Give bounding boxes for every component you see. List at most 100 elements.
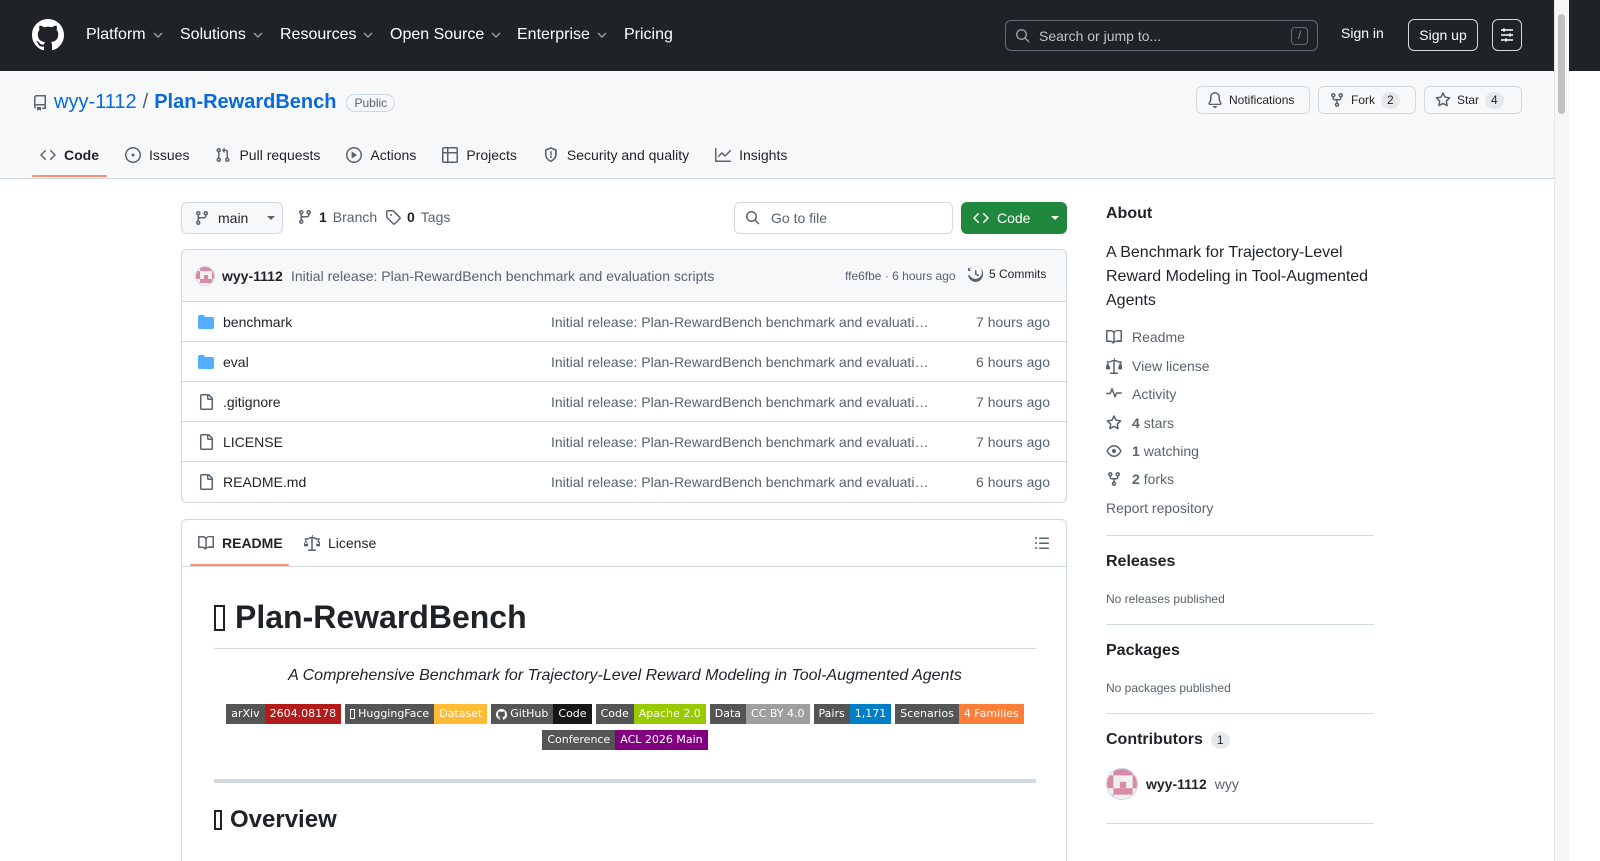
about-description: A Benchmark for Trajectory-Level Reward … <box>1106 244 1369 309</box>
law-icon <box>304 535 320 551</box>
sliders-icon <box>1501 28 1513 42</box>
contributors-count: 1 <box>1210 731 1230 749</box>
notifications-button[interactable]: Notifications <box>1196 86 1310 114</box>
badge-label: arXiv <box>226 704 265 724</box>
badge-value: 2604.08178 <box>264 704 342 724</box>
file-commit-message[interactable]: Initial release: Plan-RewardBench benchm… <box>551 394 933 410</box>
readme-link[interactable]: Readme <box>1106 329 1185 345</box>
history-icon <box>968 266 984 282</box>
outline-button[interactable] <box>1034 535 1050 551</box>
code-icon <box>973 212 989 224</box>
tab-license[interactable]: License <box>304 535 376 551</box>
readme-badge[interactable]: Conference ACL 2026 Main <box>542 730 708 750</box>
menu-button[interactable] <box>1492 19 1522 51</box>
file-commit-message[interactable]: Initial release: Plan-RewardBench benchm… <box>551 314 933 330</box>
repo-forked-icon <box>1331 92 1343 108</box>
tag-icon <box>386 210 401 225</box>
readme-badge[interactable]: Scenarios 4 Families <box>895 704 1024 724</box>
file-time: 7 hours ago <box>976 314 1050 330</box>
file-name-link[interactable]: benchmark <box>223 314 292 330</box>
readme-badge[interactable]: Data CC BY 4.0 <box>709 704 810 724</box>
nav-resources[interactable]: Resources <box>280 25 374 45</box>
divider <box>1106 624 1374 625</box>
contributor-item[interactable]: wyy-1112 wyy <box>1106 768 1239 800</box>
nav-solutions[interactable]: Solutions <box>180 25 264 45</box>
visibility-badge: Public <box>346 93 396 112</box>
commit-hash-link[interactable]: ffe6fbe <box>845 269 881 283</box>
file-time: 7 hours ago <box>976 434 1050 450</box>
file-commit-message[interactable]: Initial release: Plan-RewardBench benchm… <box>551 354 933 370</box>
commits-link[interactable]: 5 Commits <box>968 266 1046 282</box>
badge-value: Code <box>553 704 592 724</box>
fork-button[interactable]: Fork 2 <box>1318 86 1416 114</box>
file-name-link[interactable]: README.md <box>223 474 306 490</box>
file-time: 6 hours ago <box>976 474 1050 490</box>
graph-icon <box>715 148 732 162</box>
tab-actions[interactable]: Actions <box>338 137 424 173</box>
stars-link[interactable]: 4 stars <box>1106 415 1174 431</box>
file-commit-message[interactable]: Initial release: Plan-RewardBench benchm… <box>551 434 933 450</box>
commit-author-link[interactable]: wyy-1112 <box>222 268 283 284</box>
file-name-link[interactable]: eval <box>223 354 249 370</box>
readme-title: Plan-RewardBench <box>214 599 527 636</box>
readme-badge[interactable]: GitHub Code <box>491 704 592 724</box>
scrollbar-track[interactable] <box>1554 0 1569 861</box>
forks-link[interactable]: 2 forks <box>1106 471 1174 487</box>
contributor-name: wyy <box>1214 776 1239 792</box>
tab-code[interactable]: Code <box>32 137 107 177</box>
code-download-button[interactable]: Code <box>961 202 1067 234</box>
tab-insights[interactable]: Insights <box>707 137 795 173</box>
tab-projects[interactable]: Projects <box>434 137 525 173</box>
file-name-link[interactable]: LICENSE <box>223 434 283 450</box>
readme-badge[interactable]: HuggingFace Dataset <box>345 704 488 724</box>
activity-link[interactable]: Activity <box>1106 386 1176 402</box>
readme-tabs: README License <box>182 520 1066 567</box>
sign-in-link[interactable]: Sign in <box>1341 25 1384 41</box>
github-logo-icon[interactable] <box>32 19 64 51</box>
badge-value: 4 Families <box>958 704 1024 724</box>
readme-badge[interactable]: Code Apache 2.0 <box>595 704 706 724</box>
releases-heading[interactable]: Releases <box>1106 553 1175 571</box>
eye-icon <box>1106 445 1122 457</box>
slash-shortcut-key: / <box>1291 27 1308 45</box>
triangle-down-icon <box>1051 216 1060 220</box>
repo-name-link[interactable]: Plan-RewardBench <box>154 91 336 114</box>
search-input[interactable]: Search or jump to... / <box>1005 20 1318 51</box>
tab-readme[interactable]: README <box>198 535 283 551</box>
tab-pull-requests[interactable]: Pull requests <box>207 137 328 173</box>
go-to-file-input[interactable]: Go to file <box>734 202 953 234</box>
report-repository-link[interactable]: Report repository <box>1106 500 1213 516</box>
missing-glyph-icon <box>214 604 225 631</box>
tab-issues[interactable]: Issues <box>117 137 197 173</box>
tags-link[interactable]: 0 Tags <box>385 209 450 225</box>
sign-up-button[interactable]: Sign up <box>1408 19 1478 51</box>
file-time: 7 hours ago <box>976 394 1050 410</box>
readme-subtitle: A Comprehensive Benchmark for Trajectory… <box>288 667 962 684</box>
star-button[interactable]: Star 4 <box>1424 86 1522 114</box>
table-row: README.md Initial release: Plan-RewardBe… <box>182 462 1066 502</box>
file-commit-message[interactable]: Initial release: Plan-RewardBench benchm… <box>551 474 933 490</box>
file-name-link[interactable]: .gitignore <box>223 394 281 410</box>
readme-badge[interactable]: Pairs 1,171 <box>813 704 892 724</box>
nav-open-source[interactable]: Open Source <box>390 25 502 45</box>
fork-count: 2 <box>1381 91 1400 109</box>
shield-icon <box>544 147 557 163</box>
repo-owner-link[interactable]: wyy-1112 <box>54 91 137 114</box>
avatar[interactable] <box>195 266 215 286</box>
contributors-heading[interactable]: Contributors 1 <box>1106 731 1230 749</box>
contributor-login: wyy-1112 <box>1146 776 1207 792</box>
scrollbar-thumb[interactable] <box>1558 14 1565 114</box>
license-link[interactable]: View license <box>1106 358 1210 374</box>
commit-message-link[interactable]: Initial release: Plan-RewardBench benchm… <box>291 268 714 284</box>
missing-glyph-icon <box>214 810 222 830</box>
watchers-link[interactable]: 1 watching <box>1106 443 1199 459</box>
nav-pricing[interactable]: Pricing <box>624 25 673 45</box>
branch-select-button[interactable]: main <box>181 202 283 234</box>
tab-security[interactable]: Security and quality <box>535 137 697 173</box>
nav-enterprise[interactable]: Enterprise <box>517 25 608 45</box>
branches-link[interactable]: 1 Branch <box>297 209 377 225</box>
commit-time: 6 hours ago <box>892 269 956 283</box>
nav-platform[interactable]: Platform <box>86 25 164 45</box>
packages-heading[interactable]: Packages <box>1106 642 1180 660</box>
readme-badge[interactable]: arXiv 2604.08178 <box>226 704 342 724</box>
